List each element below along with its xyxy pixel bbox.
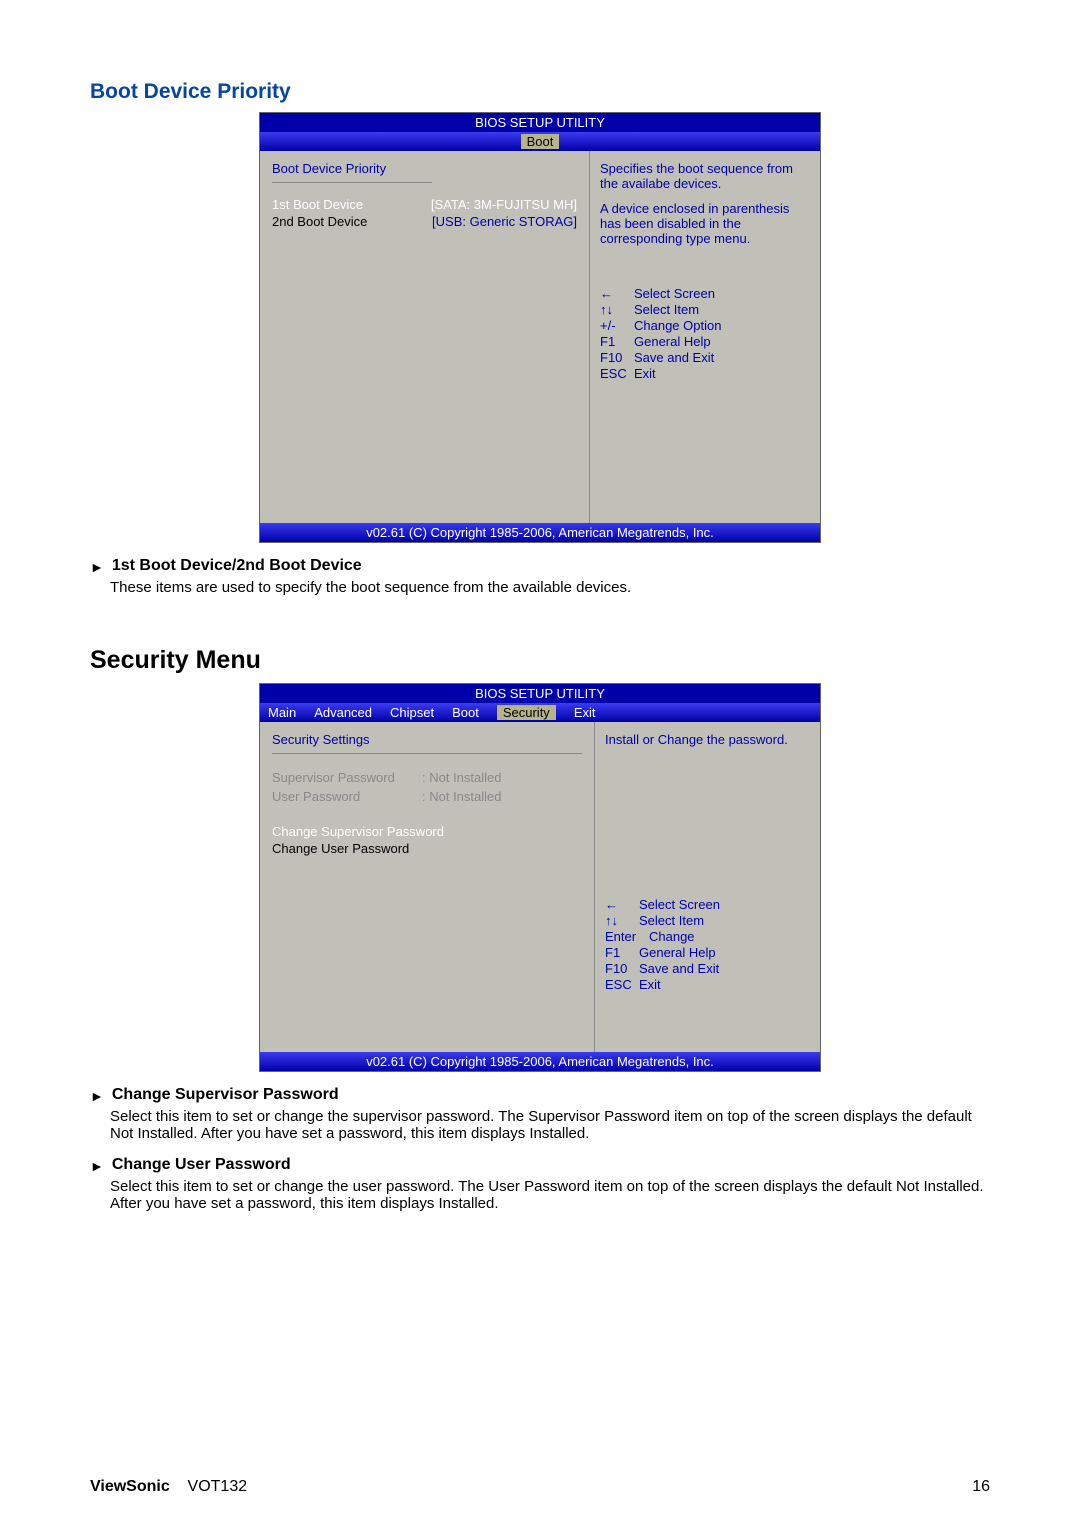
tab-boot[interactable]: Boot [521, 134, 560, 149]
item-text-user: Select this item to set or change the us… [110, 1178, 990, 1212]
boot-row-2-label: 2nd Boot Device [272, 214, 367, 229]
item-text-supervisor: Select this item to set or change the su… [110, 1108, 990, 1142]
help-desc: Install or Change the password. [605, 732, 810, 747]
bios-help-panel: Install or Change the password. ←Select … [595, 722, 820, 1052]
bios-title: BIOS SETUP UTILITY [260, 113, 820, 132]
footer-brand: ViewSonic [90, 1478, 170, 1495]
bios-screenshot-security: BIOS SETUP UTILITY Main Advanced Chipset… [259, 683, 821, 1072]
boot-row-1-label: 1st Boot Device [272, 197, 363, 212]
help-keys: ←Select Screen ↑↓Select Item EnterChange… [605, 897, 810, 992]
bios-footer: v02.61 (C) Copyright 1985-2006, American… [260, 1052, 820, 1071]
tab-chipset[interactable]: Chipset [390, 705, 434, 720]
divider [272, 182, 432, 183]
panel-header: Boot Device Priority [272, 161, 577, 176]
boot-row-2-value: [USB: Generic STORAG] [432, 214, 577, 229]
item-heading-supervisor: Change Supervisor Password [112, 1086, 339, 1104]
page-footer: ViewSonic VOT132 16 [90, 1478, 990, 1496]
help-keys: ←Select Screen ↑↓Select Item +/-Change O… [600, 286, 810, 381]
divider [272, 753, 582, 754]
bios-title: BIOS SETUP UTILITY [260, 684, 820, 703]
user-pw-row: User Password : Not Installed [272, 787, 582, 806]
bios-footer: v02.61 (C) Copyright 1985-2006, American… [260, 523, 820, 542]
bios-screenshot-boot: BIOS SETUP UTILITY Boot Boot Device Prio… [259, 112, 821, 543]
change-user-password[interactable]: Change User Password [272, 841, 582, 856]
tab-advanced[interactable]: Advanced [314, 705, 372, 720]
tab-security[interactable]: Security [497, 705, 556, 720]
item-heading-user: Change User Password [112, 1156, 291, 1174]
arrow-icon: ► [90, 1086, 104, 1108]
bios-help-panel: Specifies the boot sequence from the ava… [590, 151, 820, 523]
panel-header: Security Settings [272, 732, 582, 747]
tab-boot[interactable]: Boot [452, 705, 479, 720]
tab-exit[interactable]: Exit [574, 705, 596, 720]
page-number: 16 [972, 1478, 990, 1496]
section-heading-boot: Boot Device Priority [90, 80, 990, 104]
bios-tabs: Boot [260, 132, 820, 151]
item-heading-bootdevice: 1st Boot Device/2nd Boot Device [112, 557, 362, 575]
help-desc-1: Specifies the boot sequence from the ava… [600, 161, 810, 191]
change-supervisor-password[interactable]: Change Supervisor Password [272, 824, 582, 839]
arrow-icon: ► [90, 1156, 104, 1178]
boot-row-1[interactable]: 1st Boot Device [SATA: 3M-FUJITSU MH] [272, 197, 577, 212]
section-heading-security: Security Menu [90, 646, 990, 675]
arrow-icon: ► [90, 557, 104, 579]
tab-main[interactable]: Main [268, 705, 296, 720]
supervisor-pw-row: Supervisor Password : Not Installed [272, 768, 582, 787]
bios-tabs: Main Advanced Chipset Boot Security Exit [260, 703, 820, 722]
boot-row-1-value: [SATA: 3M-FUJITSU MH] [431, 197, 577, 212]
help-desc-2: A device enclosed in parenthesis has bee… [600, 201, 810, 246]
item-text-bootdevice: These items are used to specify the boot… [110, 579, 990, 596]
bios-left-panel: Boot Device Priority 1st Boot Device [SA… [260, 151, 590, 523]
bios-left-panel: Security Settings Supervisor Password : … [260, 722, 595, 1052]
boot-row-2[interactable]: 2nd Boot Device [USB: Generic STORAG] [272, 214, 577, 229]
footer-model: VOT132 [188, 1478, 248, 1495]
